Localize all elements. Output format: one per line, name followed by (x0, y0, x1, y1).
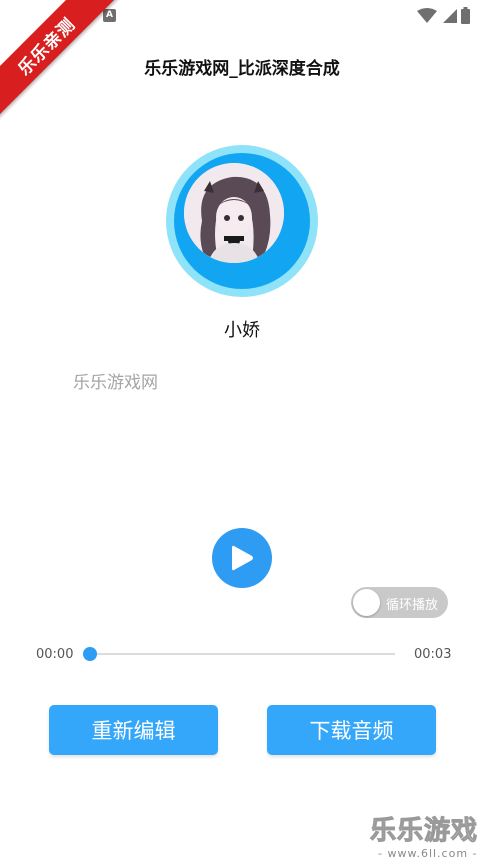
current-time: 00:00 (36, 647, 74, 662)
download-audio-button[interactable]: 下载音频 (267, 705, 436, 755)
site-watermark: 乐乐游戏 - www.6ll.com - (369, 810, 484, 862)
play-icon (232, 545, 253, 571)
speaker-name: 小娇 (224, 320, 260, 341)
progress-bar[interactable] (89, 653, 395, 655)
watermark-url: - www.6ll.com - (378, 847, 478, 860)
re-edit-button[interactable]: 重新编辑 (49, 705, 218, 755)
speaker-avatar (184, 163, 284, 263)
loop-play-label: 循环播放 (386, 598, 439, 613)
status-icons (417, 7, 470, 24)
wifi-icon (417, 7, 437, 23)
progress-thumb[interactable] (83, 647, 97, 661)
watermark-title: 乐乐游戏 (369, 816, 479, 847)
corner-ribbon: 乐乐亲测 (0, 0, 120, 120)
toggle-knob (353, 589, 380, 616)
synthesized-text: 乐乐游戏网 (73, 373, 158, 393)
play-button[interactable] (212, 528, 272, 588)
ribbon-label: 乐乐亲测 (14, 14, 80, 80)
loop-play-toggle[interactable]: 循环播放 (351, 587, 448, 618)
battery-icon (461, 7, 470, 24)
total-time: 00:03 (414, 647, 452, 662)
speaker-avatar-ring (166, 145, 318, 297)
signal-icon (443, 8, 457, 23)
